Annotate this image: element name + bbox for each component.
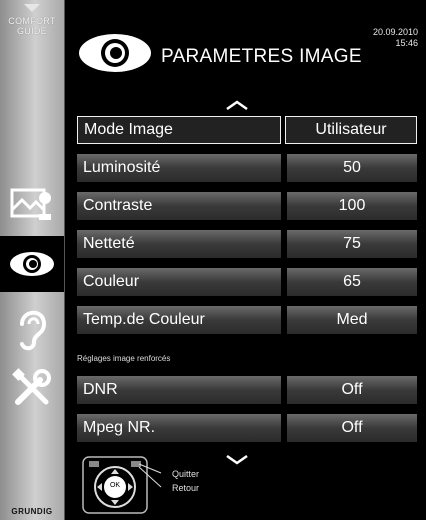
menu-row-contraste[interactable]: Contraste 100 [77,192,417,220]
sidebar-item-setup[interactable] [0,360,64,416]
menu-label: DNR [77,376,281,404]
menu-value[interactable]: 50 [287,154,417,182]
ok-button-label: OK [109,482,121,489]
eye-icon [10,252,54,276]
menu-label: Mode Image [77,116,281,144]
menu-value[interactable]: 65 [287,268,417,296]
picture-settings-panel: 20.09.2010 15:46 PARAMETRES IMAGE Mode I… [65,0,426,520]
menu-label: Temp.de Couleur [77,306,281,334]
menu-label: Contraste [77,192,281,220]
tools-icon [12,368,51,405]
menu-label: Mpeg NR. [77,414,281,442]
menu-row-nettete[interactable]: Netteté 75 [77,230,417,258]
comfort-guide-line1: COMFORT [8,16,56,26]
scroll-down-icon[interactable] [225,455,249,465]
date-text: 20.09.2010 [372,27,418,37]
menu-value[interactable]: Off [287,414,417,442]
page-title: PARAMETRES IMAGE [161,46,362,67]
brand-logo: GRUNDIG [11,507,53,516]
section-heading: Réglages image renforcés [77,354,171,363]
time-text: 15:46 [395,38,418,48]
menu-row-luminosite[interactable]: Luminosité 50 [77,154,417,182]
menu-row-temp-couleur[interactable]: Temp.de Couleur Med [77,306,417,334]
sidebar-item-picture[interactable] [0,176,64,232]
menu-row-couleur[interactable]: Couleur 65 [77,268,417,296]
menu-row-mode-image[interactable]: Mode Image Utilisateur [77,116,417,144]
menu-value[interactable]: Utilisateur [285,116,417,144]
back-hint: Retour [172,483,200,493]
sidebar-item-image[interactable] [0,236,64,292]
menu-label: Netteté [77,230,281,258]
header-eye-icon [79,34,151,72]
menu-value[interactable]: Med [287,306,417,334]
menu-label: Couleur [77,268,281,296]
menu-value[interactable]: 100 [287,192,417,220]
menu-value[interactable]: 75 [287,230,417,258]
ear-icon [20,310,47,351]
menu-value[interactable]: Off [287,376,417,404]
datetime: 20.09.2010 15:46 [373,27,418,49]
picture-settings-icon [10,188,51,220]
menu-label: Luminosité [77,154,281,182]
sidebar-item-sound[interactable] [0,300,64,356]
remote-control-hint: OK [81,455,171,515]
quit-hint: Quitter [172,469,200,479]
comfort-guide-line2: GUIDE [16,26,47,36]
remote-dpad-icon [82,456,162,514]
comfort-guide-button[interactable]: COMFORT GUIDE [0,0,64,60]
menu-row-dnr[interactable]: DNR Off [77,376,417,404]
sidebar: COMFORT GUIDE GRUNDIG [0,0,65,520]
scroll-up-icon[interactable] [225,100,249,110]
menu-row-mpeg-nr[interactable]: Mpeg NR. Off [77,414,417,442]
